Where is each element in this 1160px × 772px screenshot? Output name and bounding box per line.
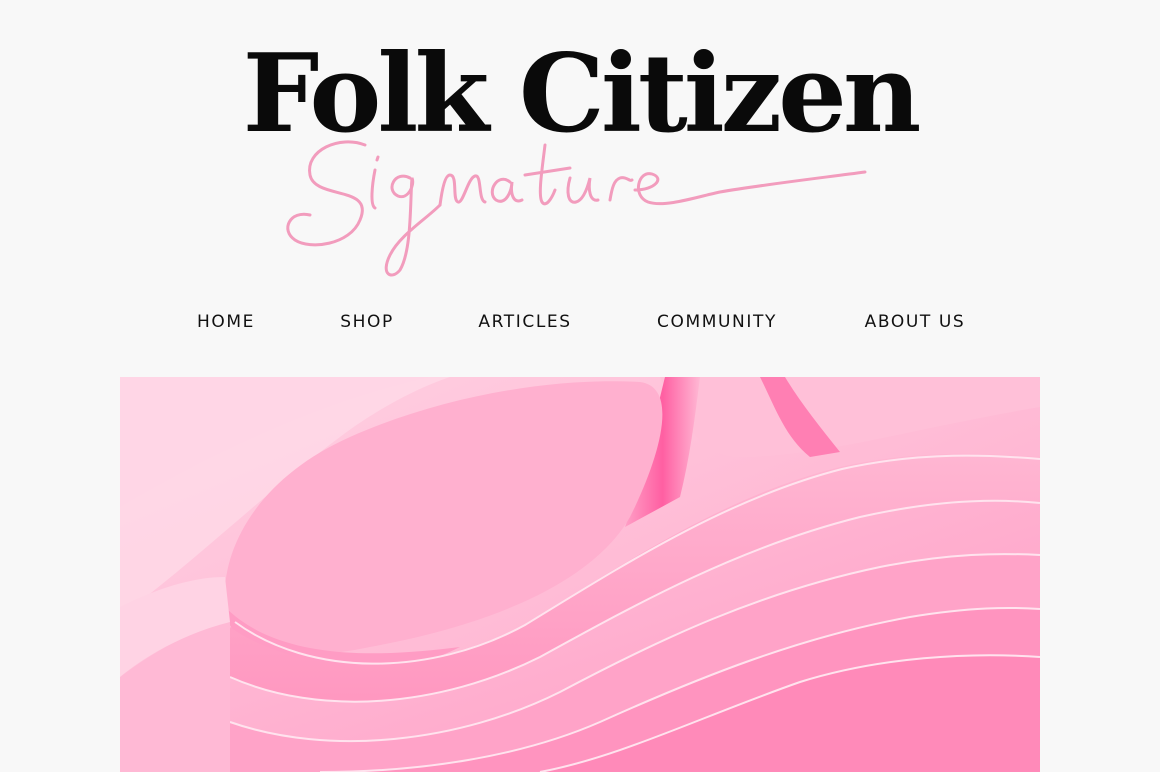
nav-item-community[interactable]: COMMUNITY (657, 312, 777, 332)
brand-logo[interactable]: Folk Citizen (0, 0, 1160, 290)
nav-item-shop[interactable]: SHOP (340, 312, 394, 332)
nav-item-about-us[interactable]: ABOUT US (865, 312, 966, 332)
logo-script-signature (286, 140, 867, 277)
hero-abstract-ribbons (120, 377, 1040, 772)
main-nav: HOME SHOP ARTICLES COMMUNITY ABOUT US (0, 312, 1160, 336)
page: Folk Citizen HOME SHOP ARTICLES COMMUNIT… (0, 0, 1160, 772)
hero-image (120, 377, 1040, 772)
nav-item-home[interactable]: HOME (197, 312, 255, 332)
nav-item-articles[interactable]: ARTICLES (478, 312, 571, 332)
